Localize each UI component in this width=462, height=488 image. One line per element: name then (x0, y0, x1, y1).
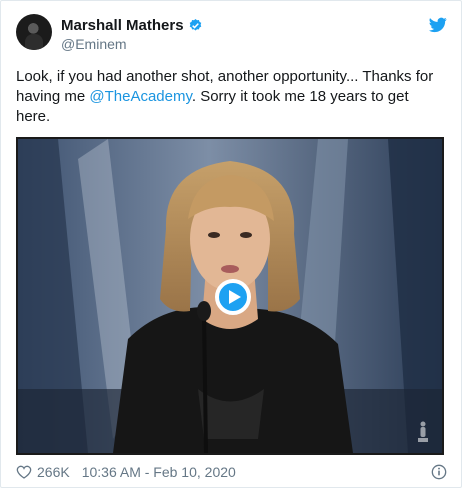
avatar[interactable] (16, 14, 52, 50)
play-button[interactable] (215, 279, 251, 315)
tweet-card: Marshall Mathers @Eminem Look, if you ha… (0, 0, 462, 488)
video-player[interactable] (16, 137, 444, 455)
like-count[interactable]: 266K (37, 464, 70, 480)
tweet-text: Look, if you had another shot, another o… (16, 67, 446, 127)
author-name[interactable]: Marshall Mathers (61, 17, 184, 34)
verified-badge-icon (189, 18, 201, 31)
tweet-timestamp[interactable]: 10:36 AM - Feb 10, 2020 (82, 464, 236, 480)
oscar-statuette-icon (418, 421, 428, 442)
twitter-bird-icon[interactable] (429, 17, 447, 33)
mention-link[interactable]: @TheAcademy (89, 88, 192, 105)
author-row: Marshall Mathers (61, 17, 203, 34)
heart-icon[interactable] (16, 464, 32, 480)
author-handle[interactable]: @Eminem (61, 36, 127, 52)
info-icon[interactable] (431, 464, 447, 480)
tweet-meta: 266K 10:36 AM - Feb 10, 2020 (16, 464, 236, 480)
